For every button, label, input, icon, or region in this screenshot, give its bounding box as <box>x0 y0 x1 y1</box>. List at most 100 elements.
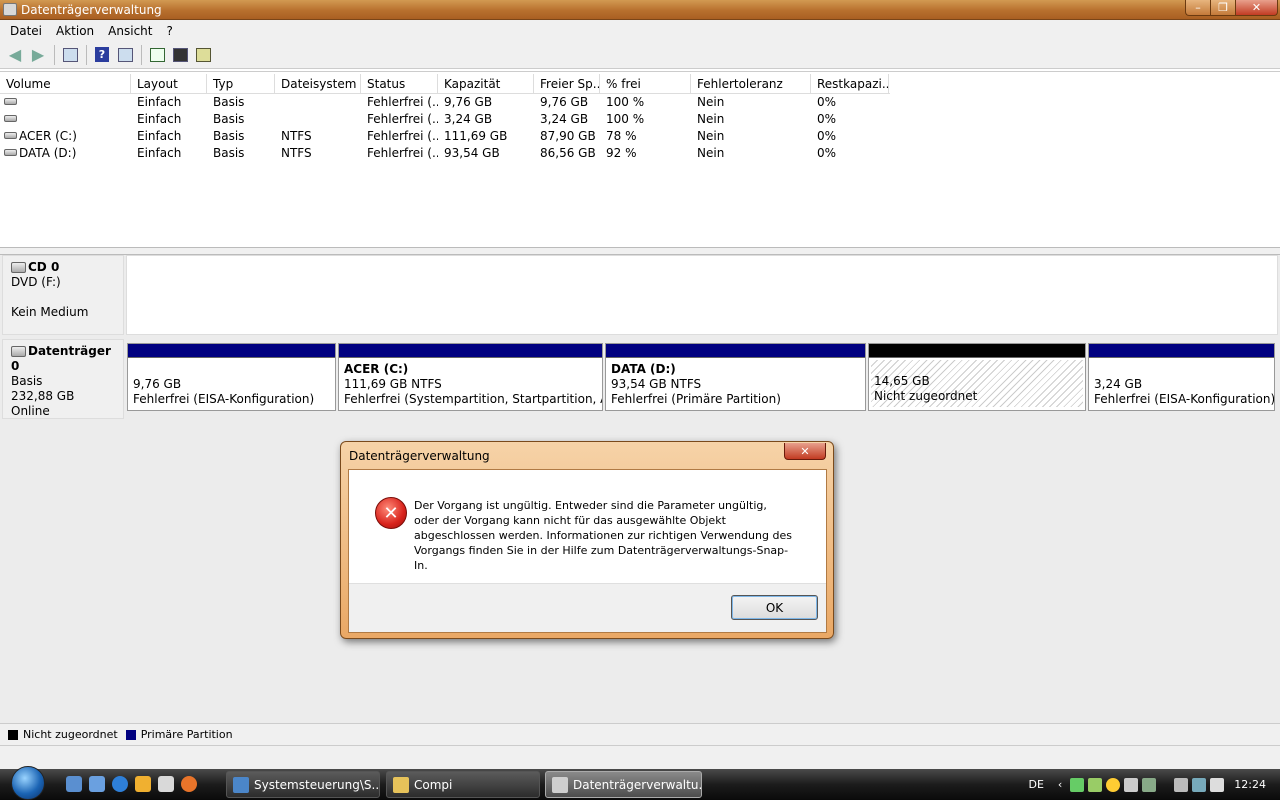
forward-arrow-icon: ▶ <box>31 45 45 64</box>
cell-freier-speicher: 9,76 GB <box>540 95 589 109</box>
settings-button[interactable] <box>192 44 214 66</box>
close-button[interactable]: ✕ <box>1235 0 1278 16</box>
column-status[interactable]: Status <box>361 74 438 94</box>
column-dateisystem[interactable]: Dateisystem <box>275 74 361 94</box>
security-icon[interactable] <box>1106 777 1121 792</box>
menu-ansicht[interactable]: Ansicht <box>101 24 159 38</box>
refresh-button[interactable] <box>146 44 168 66</box>
cell-typ: Basis <box>213 95 245 109</box>
cell-restkapazitaet: 0% <box>817 112 837 126</box>
disk0-label[interactable]: Datenträger 0 Basis 232,88 GB Online <box>2 339 124 419</box>
show-desktop-icon[interactable] <box>66 776 82 792</box>
partition-data-d[interactable]: DATA (D:) 93,54 GB NTFS Fehlerfrei (Prim… <box>605 343 866 411</box>
error-dialog: Datenträgerverwaltung ✕ ✕ Der Vorgang is… <box>340 441 834 639</box>
volume-icon[interactable] <box>1210 777 1225 792</box>
window-title: Datenträgerverwaltung <box>21 3 162 17</box>
menu-datei[interactable]: Datei <box>3 24 49 38</box>
cell-restkapazitaet: 0% <box>817 146 837 160</box>
column-typ[interactable]: Typ <box>207 74 275 94</box>
partition-status: Fehlerfrei (EISA-Konfiguration) <box>133 392 315 406</box>
language-indicator[interactable]: DE <box>1028 778 1043 791</box>
column-fehlertoleranz[interactable]: Fehlertoleranz <box>691 74 811 94</box>
pane-splitter[interactable] <box>0 247 1280 255</box>
cell-dateisystem: NTFS <box>281 129 312 143</box>
column-kapazitaet[interactable]: Kapazität <box>438 74 534 94</box>
table-row[interactable]: Einfach Basis Fehlerfrei (... 3,24 GB 3,… <box>0 111 890 128</box>
legend-swatch-unallocated <box>8 729 18 740</box>
cell-layout: Einfach <box>137 95 182 109</box>
rescan-button[interactable] <box>169 44 191 66</box>
partition-label: ACER (C:) <box>344 362 409 376</box>
internet-explorer-icon[interactable] <box>112 776 128 792</box>
column-volume[interactable]: Volume <box>0 74 131 94</box>
cell-typ: Basis <box>213 146 245 160</box>
legend-swatch-primary <box>125 729 136 740</box>
back-button[interactable]: ◀ <box>4 44 26 66</box>
column-restkapazitaet[interactable]: Restkapazi... <box>811 74 889 94</box>
partition-eisa-1[interactable]: 9,76 GB Fehlerfrei (EISA-Konfiguration) <box>127 343 336 411</box>
task-compi[interactable]: Compi <box>386 771 540 798</box>
cell-typ: Basis <box>213 112 245 126</box>
title-bar[interactable]: Datenträgerverwaltung – ❐ ✕ <box>0 0 1280 20</box>
column-freier-speicher[interactable]: Freier Sp... <box>534 74 600 94</box>
volume-list-header: Volume Layout Typ Dateisystem Status Kap… <box>0 74 890 94</box>
settings-icon <box>195 47 211 62</box>
column-prozent-frei[interactable]: % frei <box>600 74 691 94</box>
menu-aktion[interactable]: Aktion <box>49 24 101 38</box>
dialog-message: Der Vorgang ist ungültig. Entweder sind … <box>414 499 792 572</box>
tray-app-icon[interactable] <box>1124 777 1139 792</box>
disk0-status: Online <box>11 404 50 418</box>
minimize-button[interactable]: – <box>1185 0 1210 16</box>
cell-status: Fehlerfrei (... <box>367 129 438 143</box>
disk0-type: Basis <box>11 374 43 388</box>
partition-acer-c[interactable]: ACER (C:) 111,69 GB NTFS Fehlerfrei (Sys… <box>338 343 603 411</box>
table-row[interactable]: DATA (D:) Einfach Basis NTFS Fehlerfrei … <box>0 145 890 162</box>
network-icon[interactable] <box>1070 777 1085 792</box>
help-button[interactable]: ? <box>91 44 113 66</box>
firefox-icon[interactable] <box>181 776 197 792</box>
disk-management-icon <box>3 3 17 16</box>
cell-freier-speicher: 86,56 GB <box>540 146 596 160</box>
start-button[interactable] <box>6 765 50 800</box>
quick-launch-icon[interactable] <box>158 776 174 792</box>
partition-size: 14,65 GB <box>874 374 930 388</box>
partition-eisa-2[interactable]: 3,24 GB Fehlerfrei (EISA-Konfiguration) <box>1088 343 1275 411</box>
dialog-close-button[interactable]: ✕ <box>784 443 826 460</box>
cell-prozent-frei: 92 % <box>606 146 637 160</box>
cell-fehlertoleranz: Nein <box>697 112 725 126</box>
task-systemsteuerung[interactable]: Systemsteuerung\S... <box>226 771 380 798</box>
back-arrow-icon: ◀ <box>8 45 22 64</box>
partition-unallocated[interactable]: 14,65 GB Nicht zugeordnet <box>868 343 1086 411</box>
view-icon <box>117 47 133 62</box>
partition-status: Fehlerfrei (Systempartition, Startpartit… <box>344 392 602 406</box>
drive-icon <box>4 115 17 122</box>
tray-app-icon[interactable] <box>1142 777 1157 792</box>
cell-kapazitaet: 3,24 GB <box>444 112 493 126</box>
table-row[interactable]: ACER (C:) Einfach Basis NTFS Fehlerfrei … <box>0 128 890 145</box>
cd-volume-area[interactable] <box>126 255 1278 335</box>
tray-app-icon[interactable] <box>1088 777 1103 792</box>
clock[interactable]: 12:24 <box>1234 778 1266 791</box>
cell-typ: Basis <box>213 129 245 143</box>
wireless-icon[interactable] <box>1192 777 1207 792</box>
cell-status: Fehlerfrei (... <box>367 95 438 109</box>
maximize-button[interactable]: ❐ <box>1210 0 1235 16</box>
partition-bar <box>869 344 1085 358</box>
task-label: Systemsteuerung\S... <box>254 777 380 792</box>
partition-label <box>133 362 330 377</box>
table-row[interactable]: Einfach Basis Fehlerfrei (... 9,76 GB 9,… <box>0 94 890 111</box>
menu-help[interactable]: ? <box>159 24 179 38</box>
properties-button[interactable] <box>59 44 81 66</box>
view-button[interactable] <box>114 44 136 66</box>
task-datentraegerverwaltung[interactable]: Datenträgerverwaltu... <box>545 771 702 798</box>
dialog-title: Datenträgerverwaltung <box>349 449 490 463</box>
switch-windows-icon[interactable] <box>89 776 105 792</box>
dialog-body: ✕ Der Vorgang ist ungültig. Entweder sin… <box>348 469 827 633</box>
forward-button[interactable]: ▶ <box>27 44 49 66</box>
column-layout[interactable]: Layout <box>131 74 207 94</box>
power-icon[interactable] <box>1174 777 1189 792</box>
media-player-icon[interactable] <box>135 776 151 792</box>
cd-label[interactable]: CD 0 DVD (F:) Kein Medium <box>2 255 124 335</box>
tray-expand-chevron-icon[interactable]: ‹ <box>1058 778 1062 791</box>
ok-button[interactable]: OK <box>731 595 818 620</box>
